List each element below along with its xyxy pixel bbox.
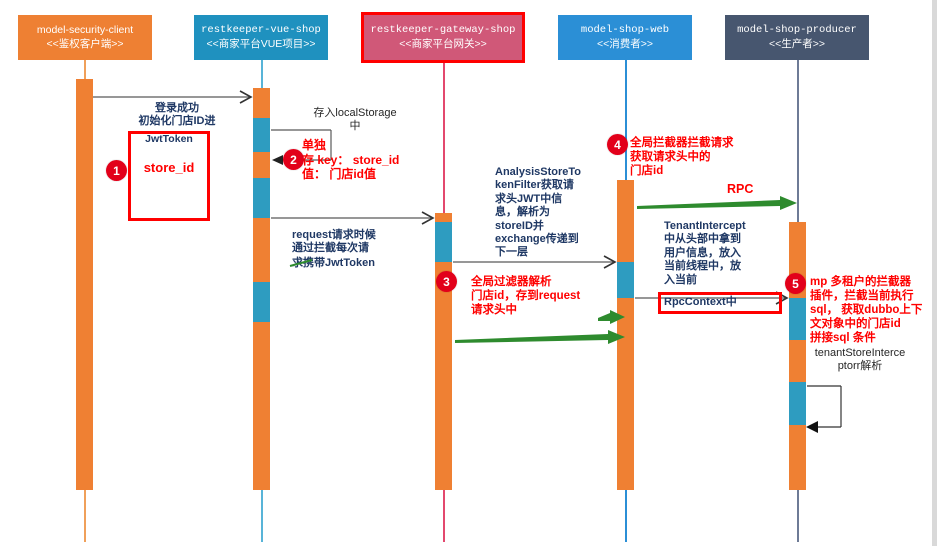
activation-bar [617,298,634,490]
participant-name: model-shop-web [580,24,670,37]
activation-bar [435,262,452,490]
note-store-key: 单独 存 key： store_id 值： 门店id值 [302,138,400,182]
activation-bar [253,152,270,178]
badge-1: 1 [106,160,127,181]
note-mp-tenant-plugin: mp 多租户的拦截器 插件，拦截当前执行 sql， 获取dubbo上下 文对象中… [810,276,923,345]
note-global-filter: 全局过滤器解析 门店id，存到request 请求头中 [471,276,581,317]
activation-bar [435,213,452,222]
participant-name: restkeeper-gateway-shop [370,24,516,37]
note-local-storage: 存入localStorage 中 [313,107,397,133]
activation-bar [435,222,452,262]
participant-model-shop-web[interactable]: model-shop-web <<消费者>> [558,15,692,60]
badge-3: 3 [436,271,457,292]
scrollbar[interactable] [932,0,937,546]
rpc-green-arrow [637,196,797,210]
note-tenant-intercept: TenantIntercept 中从头部中拿到 用户信息，放入 当前线程中，放 … [664,220,746,286]
activation-bar [253,178,270,218]
note-analysis-store-token-filter: AnalysisStoreTo kenFilter获取请 求头JWT中信 息，解… [495,166,581,259]
label-rpc: RPC [727,182,754,196]
note-login-success: 登录成功 初始化门店ID进 [138,102,216,128]
activation-bar [617,180,634,262]
participant-stereotype: <<商家平台VUE项目>> [206,37,316,50]
note-request-intercept: request请求时候 通过拦截每次请 [292,229,376,255]
note-jwt-token: JwtToken [145,133,193,145]
participant-restkeeper-gateway-shop[interactable]: restkeeper-gateway-shop <<商家平台网关>> [364,15,522,60]
gateway-to-web-green-arrow [455,330,625,344]
participant-restkeeper-vue-shop[interactable]: restkeeper-vue-shop <<商家平台VUE项目>> [194,15,328,60]
participant-model-shop-producer[interactable]: model-shop-producer <<生产者>> [725,15,869,60]
note-global-interceptor: 全局拦截器拦截请求 获取请求头中的 门店id [630,137,734,178]
badge-5: 5 [785,273,806,294]
sequence-diagram-canvas: model-security-client <<鉴权客户端>> restkeep… [0,0,937,546]
participant-stereotype: <<生产者>> [768,37,826,50]
activation-bar [253,88,270,118]
note-store-id: store_id [143,160,195,175]
activation-bar [253,218,270,282]
activation-bar [253,118,270,152]
participant-name: model-security-client [36,24,134,37]
note-request-intercept-jwt: 求携带JwtToken [292,257,375,269]
activation-bar [253,282,270,322]
badge-2: 2 [283,149,304,170]
participant-name: model-shop-producer [737,24,857,37]
activation-bar [76,79,93,490]
participant-model-security-client[interactable]: model-security-client <<鉴权客户端>> [18,15,152,60]
note-tenant-store-interceptor: tenantStoreInterce ptorr解析 [814,347,906,373]
participant-name: restkeeper-vue-shop [201,24,321,37]
activation-bar [253,322,270,490]
participant-stereotype: <<鉴权客户端>> [46,37,124,50]
activation-bar [789,425,806,490]
badge-4: 4 [607,134,628,155]
activation-bar [789,298,806,340]
participant-stereotype: <<商家平台网关>> [399,37,487,50]
note-rpc-context: RpcContext中 [664,296,737,308]
activation-bar [789,382,806,425]
participant-stereotype: <<消费者>> [596,37,654,50]
